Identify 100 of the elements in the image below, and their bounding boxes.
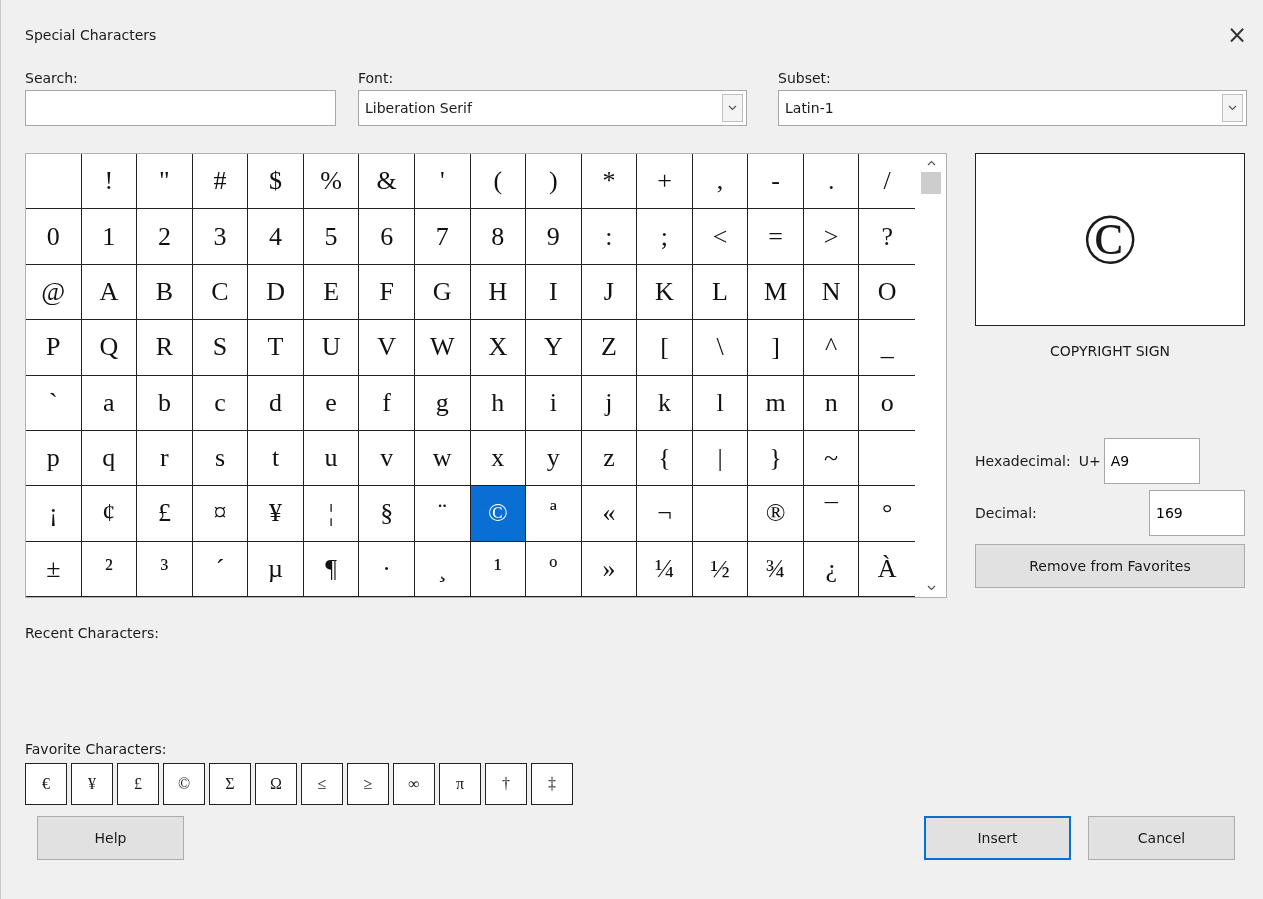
favorite-character[interactable]: ≤ (301, 763, 343, 805)
character-cell[interactable]: t (248, 430, 304, 487)
character-cell[interactable]: X (470, 320, 527, 376)
favorite-character[interactable]: Ω (255, 763, 297, 805)
scroll-thumb[interactable] (921, 172, 941, 194)
character-cell[interactable]: ¾ (748, 541, 804, 597)
character-cell[interactable]: s (192, 430, 249, 487)
character-cell[interactable]: | (692, 430, 749, 487)
character-cell[interactable]: 9 (526, 209, 582, 265)
character-cell[interactable]: A (81, 264, 138, 321)
character-cell[interactable]: ¬ (637, 486, 693, 542)
character-cell[interactable]: : (581, 209, 638, 265)
character-cell[interactable]: ½ (692, 541, 749, 597)
character-cell[interactable]: b (137, 375, 193, 431)
character-cell[interactable]: ` (26, 375, 82, 431)
character-cell[interactable]: ª (526, 486, 582, 542)
character-cell[interactable]: M (748, 264, 804, 321)
decimal-field[interactable]: 169 (1149, 490, 1245, 536)
character-cell[interactable]: P (26, 320, 82, 376)
character-cell[interactable]: d (248, 375, 304, 431)
character-cell[interactable]: e (303, 375, 360, 431)
hexadecimal-field[interactable]: A9 (1103, 438, 1200, 484)
subset-dropdown[interactable]: Latin-1 (778, 90, 1247, 126)
character-cell[interactable]: * (581, 154, 638, 210)
character-cell[interactable]: $ (248, 154, 304, 210)
character-cell[interactable]: . (803, 154, 860, 210)
character-cell[interactable]: y (526, 430, 582, 487)
character-cell[interactable]: V (359, 320, 415, 376)
search-field[interactable] (25, 90, 336, 126)
character-cell[interactable]: , (692, 154, 749, 210)
character-cell[interactable]: ] (748, 320, 804, 376)
character-cell[interactable]: 6 (359, 209, 415, 265)
character-cell[interactable]: r (137, 430, 193, 487)
favorite-character[interactable]: π (439, 763, 481, 805)
character-cell[interactable]: ; (637, 209, 693, 265)
character-cell[interactable]: a (81, 375, 138, 431)
character-cell[interactable]: # (192, 154, 249, 210)
character-cell[interactable]: = (748, 209, 804, 265)
character-cell[interactable]: ^ (803, 320, 860, 376)
character-cell[interactable]: @ (26, 264, 82, 321)
character-cell[interactable]: 8 (470, 209, 527, 265)
help-button[interactable]: Help (37, 816, 184, 860)
character-cell[interactable]: R (137, 320, 193, 376)
character-cell[interactable]: N (803, 264, 860, 321)
character-cell[interactable]: f (359, 375, 415, 431)
character-cell[interactable]: J (581, 264, 638, 321)
character-cell[interactable]: £ (137, 486, 193, 542)
character-cell[interactable]: l (692, 375, 749, 431)
character-cell[interactable]: » (581, 541, 638, 597)
character-cell[interactable]: % (303, 154, 360, 210)
character-cell[interactable]: ¦ (303, 486, 360, 542)
cancel-button[interactable]: Cancel (1088, 816, 1235, 860)
character-cell[interactable]: 0 (26, 209, 82, 265)
character-cell[interactable]: c (192, 375, 249, 431)
character-cell[interactable]: · (359, 541, 415, 597)
favorite-character[interactable]: ∞ (393, 763, 435, 805)
character-cell[interactable]: B (137, 264, 193, 321)
character-cell[interactable]: ² (81, 541, 138, 597)
character-cell[interactable]: z (581, 430, 638, 487)
character-cell[interactable]: G (414, 264, 471, 321)
character-cell[interactable]: ¼ (637, 541, 693, 597)
character-cell[interactable]: ´ (192, 541, 249, 597)
character-cell[interactable]: v (359, 430, 415, 487)
character-cell[interactable]: ¿ (803, 541, 860, 597)
character-cell[interactable]: w (414, 430, 471, 487)
character-cell[interactable]: { (637, 430, 693, 487)
character-cell[interactable]: \ (692, 320, 749, 376)
favorite-character[interactable]: ‡ (531, 763, 573, 805)
character-cell[interactable]: ) (526, 154, 582, 210)
favorite-character[interactable]: ¥ (71, 763, 113, 805)
character-cell[interactable]: + (637, 154, 693, 210)
character-cell[interactable]: D (248, 264, 304, 321)
character-cell[interactable]: " (137, 154, 193, 210)
character-cell[interactable]: p (26, 430, 82, 487)
character-cell[interactable]: < (692, 209, 749, 265)
character-cell[interactable]: Y (526, 320, 582, 376)
character-cell[interactable]: - (748, 154, 804, 210)
character-cell[interactable]: > (803, 209, 860, 265)
character-cell[interactable]: i (526, 375, 582, 431)
character-cell[interactable]: ¹ (470, 541, 527, 597)
insert-button[interactable]: Insert (924, 816, 1071, 860)
favorite-character[interactable]: ≥ (347, 763, 389, 805)
character-cell[interactable]: ± (26, 541, 82, 597)
character-cell[interactable]: x (470, 430, 527, 487)
character-cell[interactable]: Z (581, 320, 638, 376)
character-cell[interactable]: H (470, 264, 527, 321)
character-cell[interactable]: ~ (803, 430, 860, 487)
character-cell[interactable]: ³ (137, 541, 193, 597)
remove-from-favorites-button[interactable]: Remove from Favorites (975, 544, 1245, 588)
character-cell[interactable]: C (192, 264, 249, 321)
character-cell[interactable]: º (526, 541, 582, 597)
character-cell[interactable]: © (470, 486, 527, 542)
character-cell[interactable]: g (414, 375, 471, 431)
character-cell[interactable]: j (581, 375, 638, 431)
character-cell[interactable]: T (248, 320, 304, 376)
favorite-character[interactable]: Σ (209, 763, 251, 805)
character-cell[interactable]: 5 (303, 209, 360, 265)
character-cell[interactable]: Q (81, 320, 138, 376)
character-cell[interactable]: ¥ (248, 486, 304, 542)
font-dropdown[interactable]: Liberation Serif (358, 90, 747, 126)
